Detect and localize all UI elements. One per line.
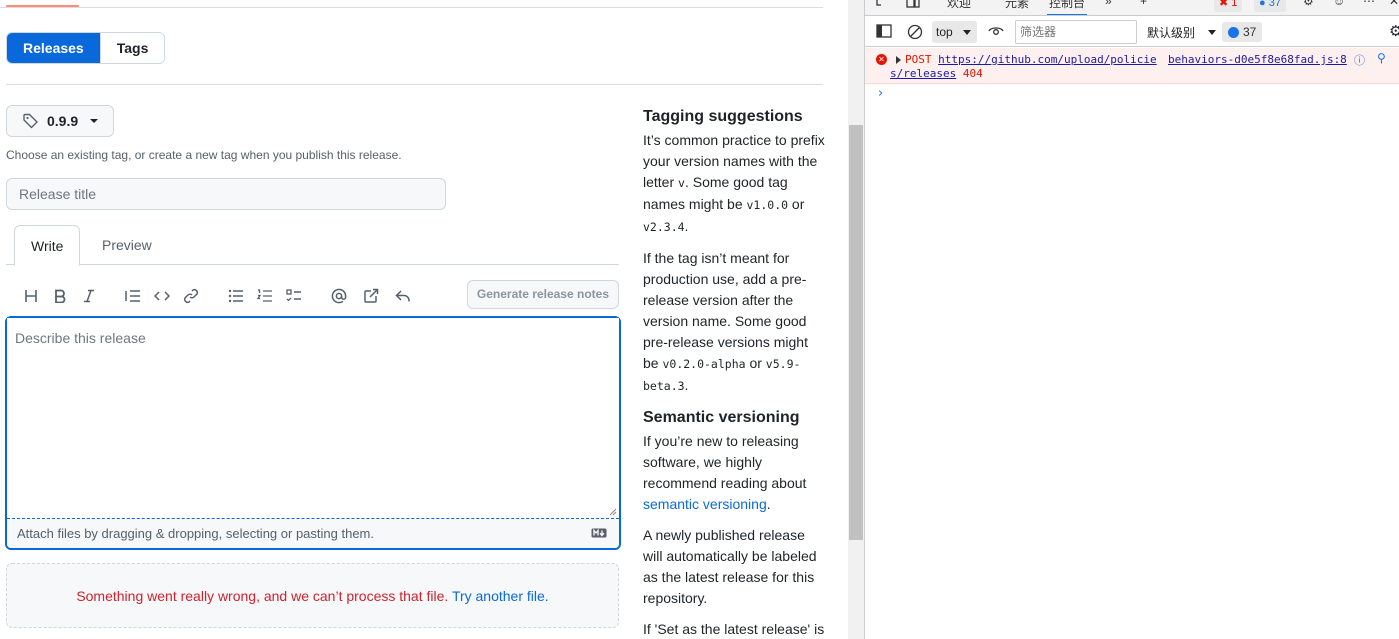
context-selector[interactable]: top — [932, 21, 977, 43]
error-count-badge[interactable]: ✖ 1 — [1214, 0, 1243, 12]
try-another-file-link[interactable]: Try another file. — [452, 588, 549, 604]
heading-icon[interactable] — [21, 286, 41, 306]
link-icon[interactable] — [181, 286, 201, 306]
close-devtools-icon[interactable]: ✕ — [1389, 0, 1399, 8]
code-icon[interactable] — [152, 286, 172, 306]
log-level-value: 默认级别 — [1147, 26, 1196, 40]
error-icon: ✕ — [876, 54, 887, 65]
page-scrollbar-thumb[interactable] — [849, 125, 863, 540]
feedback-icon[interactable]: ☺ — [1333, 0, 1345, 8]
semver-paragraph: If you’re new to releasing software, we … — [643, 433, 807, 512]
message-icon — [1228, 26, 1239, 38]
clear-console-icon[interactable] — [907, 24, 923, 40]
devtools-tab-bar: 欢迎 元素 控制台 » + ✖ 1 ● 37 ⚙ ☺ ⋯ ✕ — [865, 0, 1399, 16]
reply-icon[interactable] — [393, 286, 413, 306]
more-options-icon[interactable]: ⋯ — [1363, 0, 1375, 8]
editor-tabs: Write Preview — [6, 225, 619, 266]
context-value: top — [936, 25, 953, 39]
tab-write[interactable]: Write — [14, 225, 81, 266]
request-url-link[interactable]: https://github.com/upload/policie — [938, 53, 1157, 66]
request-method: POST — [905, 53, 932, 66]
dropdown-arrow-icon — [963, 30, 971, 35]
dropdown-arrow-icon — [1208, 30, 1216, 35]
tagging-paragraph-2: If the tag isn’t meant for production us… — [643, 250, 808, 393]
inspect-element-icon[interactable] — [875, 0, 891, 10]
console-filter-input[interactable] — [1015, 20, 1137, 44]
settings-gear-icon[interactable]: ⚙ — [1303, 0, 1314, 8]
console-prompt-icon[interactable]: › — [878, 86, 883, 101]
more-tabs-icon[interactable]: » — [1105, 0, 1112, 8]
device-toolbar-icon[interactable] — [905, 0, 921, 10]
log-level-select[interactable]: 默认级别 — [1147, 24, 1217, 41]
error-source-link[interactable]: behaviors-d0e5f8e68fad.js:8 — [1168, 53, 1347, 66]
releases-tab-button[interactable]: Releases — [7, 33, 100, 63]
caret-down-icon — [90, 119, 99, 123]
release-sidebar: Tagging suggestions It’s common practice… — [643, 106, 825, 639]
bold-icon[interactable] — [50, 286, 70, 306]
markdown-toolbar: Generate release notes — [6, 280, 619, 312]
mention-icon[interactable] — [329, 286, 349, 306]
header-divider — [0, 7, 823, 8]
release-title-input[interactable] — [6, 178, 446, 210]
tab-preview[interactable]: Preview — [86, 225, 168, 265]
issues-counter[interactable]: 37 — [1222, 22, 1263, 42]
tag-hint: Choose an existing tag, or create a new … — [6, 148, 402, 162]
attach-files-text: Attach files by dragging & dropping, sel… — [17, 526, 374, 541]
semantic-versioning-link[interactable]: semantic versioning — [643, 496, 767, 512]
console-settings-gear-icon[interactable]: ⚙ — [1389, 22, 1399, 40]
devtools-tab-welcome[interactable]: 欢迎 — [947, 0, 971, 11]
reference-icon[interactable] — [361, 286, 381, 306]
release-description-editor: Attach files by dragging & dropping, sel… — [5, 316, 621, 550]
expand-arrow-icon[interactable] — [896, 56, 901, 64]
devtools-panel: 欢迎 元素 控制台 » + ✖ 1 ● 37 ⚙ ☺ ⋯ ✕ top 默认级别 … — [864, 0, 1399, 639]
italic-icon[interactable] — [79, 286, 99, 306]
latest-release-paragraph: A newly published release will automatic… — [643, 527, 817, 606]
search-icon[interactable]: ⚲ — [1377, 51, 1386, 65]
tag-icon — [23, 113, 38, 129]
console-error-row[interactable]: ✕ POST https://github.com/upload/policie… — [865, 48, 1399, 84]
section-divider — [6, 84, 823, 85]
tagging-paragraph-1: It’s common practice to prefix your vers… — [643, 132, 825, 234]
markdown-icon — [591, 528, 607, 538]
description-textarea[interactable] — [7, 318, 619, 518]
generate-release-notes-button[interactable]: Generate release notes — [466, 280, 619, 309]
live-expression-eye-icon[interactable] — [988, 24, 1004, 38]
add-tab-icon[interactable]: + — [1140, 0, 1147, 8]
ordered-list-icon[interactable] — [255, 286, 275, 306]
latest-release-paragraph-2: If 'Set as the latest release' is — [643, 621, 825, 637]
choose-tag-button[interactable]: 0.9.9 — [6, 105, 114, 137]
task-list-icon[interactable] — [284, 286, 304, 306]
upload-error-box: Something went really wrong, and we can’… — [6, 563, 619, 628]
tags-tab-button[interactable]: Tags — [99, 33, 165, 63]
network-info-icon[interactable]: ⓘ — [1354, 52, 1365, 68]
quote-icon[interactable] — [123, 286, 143, 306]
unordered-list-icon[interactable] — [226, 286, 246, 306]
releases-tags-toggle: Releases Tags — [6, 32, 166, 64]
resize-handle-icon[interactable] — [609, 508, 617, 516]
github-page: Releases Tags 0.9.9 Choose an existing t… — [0, 0, 848, 639]
request-url-link-cont[interactable]: s/releases — [890, 67, 956, 80]
devtools-tab-elements[interactable]: 元素 — [1005, 0, 1029, 11]
upload-error-message: Something went really wrong, and we can’… — [76, 588, 449, 604]
message-count-badge[interactable]: ● 37 — [1254, 0, 1286, 12]
attach-files-area[interactable]: Attach files by dragging & dropping, sel… — [7, 518, 619, 548]
tagging-suggestions-heading: Tagging suggestions — [643, 108, 803, 125]
console-toolbar: top 默认级别 37 ⚙ — [865, 17, 1399, 47]
status-code: 404 — [962, 67, 983, 80]
devtools-tab-console[interactable]: 控制台 — [1047, 0, 1088, 15]
semantic-versioning-heading: Semantic versioning — [643, 409, 800, 426]
tag-value: 0.9.9 — [47, 113, 79, 129]
sidebar-toggle-icon[interactable] — [876, 24, 892, 38]
